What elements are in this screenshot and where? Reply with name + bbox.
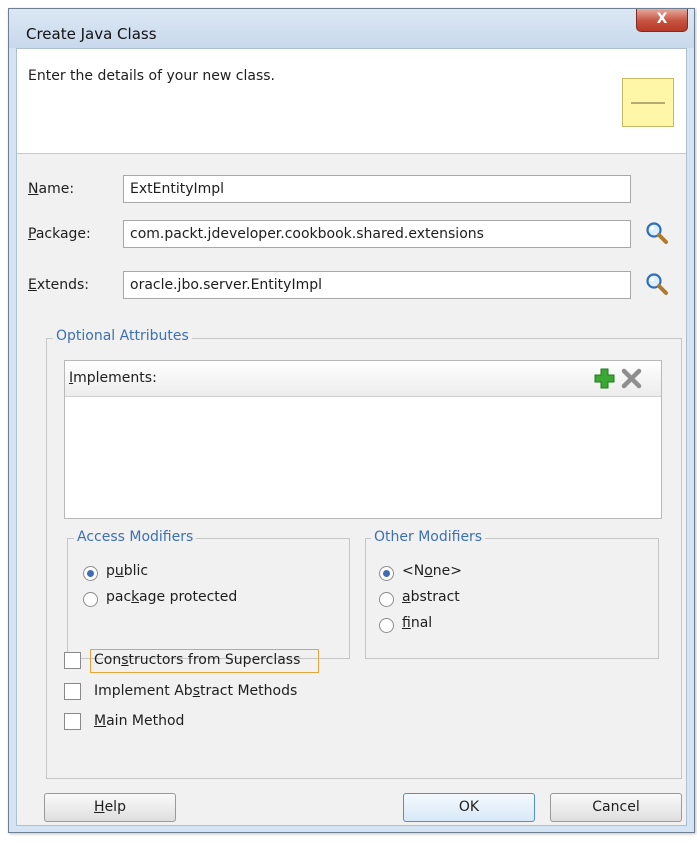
implements-label: Implements: — [69, 370, 157, 386]
package-label: Package: — [28, 226, 91, 242]
implement-abstract-methods-checkbox[interactable] — [64, 683, 81, 700]
package-protected-label[interactable]: package protected — [106, 589, 237, 605]
constructors-from-superclass-label[interactable]: Constructors from Superclass — [94, 652, 300, 668]
access-modifiers-title: Access Modifiers — [74, 529, 197, 545]
implements-list[interactable]: Implements: — [64, 360, 662, 519]
add-icon[interactable] — [594, 368, 615, 389]
implement-abstract-methods-label[interactable]: Implement Abstract Methods — [94, 683, 297, 699]
ok-button[interactable]: OK — [403, 793, 535, 822]
abstract-label[interactable]: abstract — [402, 589, 460, 605]
header-description: Enter the details of your new class. — [28, 68, 276, 84]
dialog-body: Enter the details of your new class. Nam… — [16, 48, 687, 826]
abstract-radio[interactable] — [379, 592, 394, 607]
create-java-class-dialog: Create Java Class X Enter the details of… — [8, 8, 695, 833]
final-radio[interactable] — [379, 618, 394, 633]
public-label[interactable]: public — [106, 563, 148, 579]
remove-icon[interactable] — [621, 368, 642, 389]
none-label[interactable]: <None> — [402, 563, 462, 579]
header-panel: Enter the details of your new class. — [17, 49, 686, 154]
other-modifiers-title: Other Modifiers — [371, 529, 486, 545]
package-protected-radio[interactable] — [83, 592, 98, 607]
extends-label: Extends: — [28, 277, 90, 293]
package-browse-search-icon[interactable] — [645, 221, 669, 245]
name-field[interactable]: ExtEntityImpl — [123, 175, 631, 203]
close-icon: X — [656, 11, 668, 27]
main-method-checkbox[interactable] — [64, 713, 81, 730]
final-label[interactable]: final — [402, 615, 432, 631]
extends-field[interactable]: oracle.jbo.server.EntityImpl — [123, 271, 631, 299]
dialog-title: Create Java Class — [26, 25, 157, 43]
name-label: Name: — [28, 181, 75, 197]
help-button[interactable]: Help — [44, 793, 176, 822]
close-button[interactable]: X — [636, 9, 688, 32]
implements-header: Implements: — [65, 361, 661, 397]
constructors-from-superclass-checkbox[interactable] — [64, 652, 81, 669]
none-radio[interactable] — [379, 566, 394, 581]
main-method-label[interactable]: Main Method — [94, 713, 184, 729]
public-radio[interactable] — [83, 566, 98, 581]
title-bar[interactable]: Create Java Class X — [9, 9, 694, 48]
note-icon — [622, 78, 674, 127]
cancel-button[interactable]: Cancel — [550, 793, 682, 822]
extends-browse-search-icon[interactable] — [645, 272, 669, 296]
package-field[interactable]: com.packt.jdeveloper.cookbook.shared.ext… — [123, 220, 631, 248]
optional-attributes-title: Optional Attributes — [53, 328, 192, 344]
